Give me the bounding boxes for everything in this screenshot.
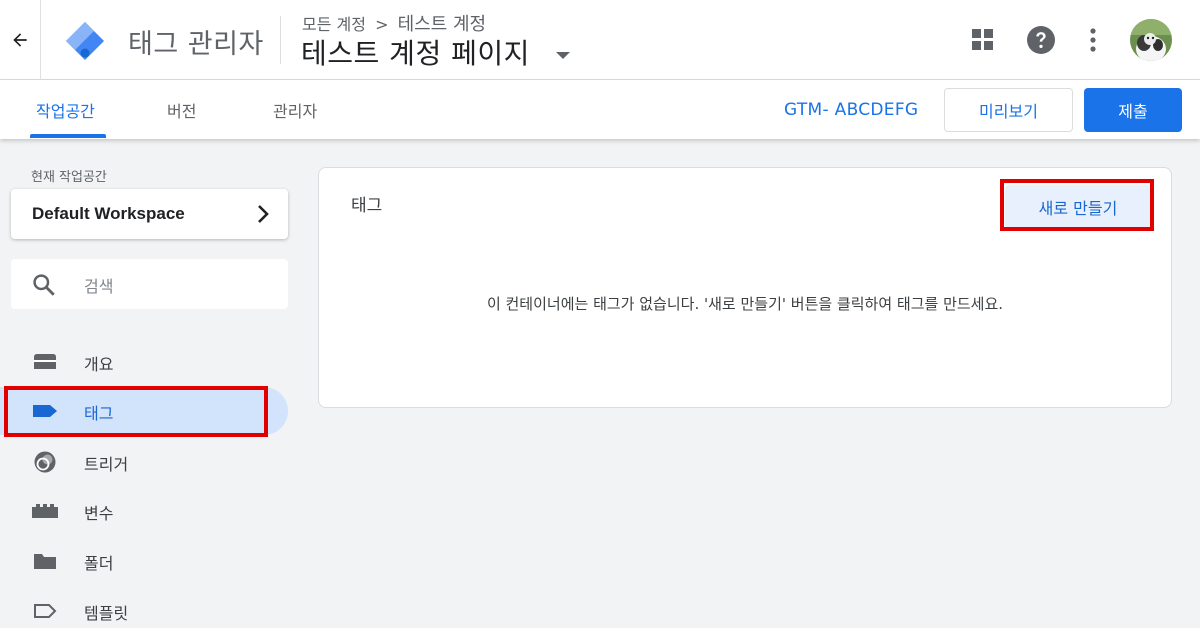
tab-admin[interactable]: 관리자 (273, 80, 317, 139)
tag-manager-logo[interactable] (64, 20, 106, 62)
variables-icon (32, 504, 58, 518)
sidebar-item-label: 템플릿 (84, 604, 129, 623)
folder-icon (34, 554, 56, 569)
new-tag-button[interactable]: 새로 만들기 (1005, 185, 1151, 229)
sidebar-item-label: 트리거 (84, 455, 129, 474)
sidebar-item-label: 개요 (84, 355, 114, 374)
search-placeholder: 검색 (84, 277, 114, 296)
sidebar-item-folders[interactable]: 폴더 (0, 537, 288, 585)
top-app-bar: 태그 관리자 모든 계정 > 테스트 계정 테스트 계정 페이지 (0, 0, 1200, 80)
apps-grid-icon[interactable] (972, 29, 994, 51)
sidebar-item-overview[interactable]: 개요 (0, 338, 288, 386)
tab-versions[interactable]: 버전 (167, 80, 196, 139)
current-workspace-label: 현재 작업공간 (31, 170, 107, 185)
preview-button[interactable]: 미리보기 (944, 88, 1073, 132)
help-circle-icon[interactable] (1027, 26, 1055, 54)
caret-down-icon (555, 51, 570, 59)
sidebar-item-label: 폴더 (84, 554, 114, 573)
avatar[interactable] (1130, 19, 1172, 61)
submit-button[interactable]: 제출 (1084, 88, 1182, 132)
back-button[interactable] (0, 0, 41, 80)
sidebar-item-triggers[interactable]: 트리거 (0, 438, 288, 486)
container-name: 테스트 계정 페이지 (301, 37, 530, 70)
app-title: 태그 관리자 (128, 29, 264, 60)
container-id[interactable]: GTM- ABCDEFG (784, 100, 918, 120)
sidebar-item-label: 변수 (84, 504, 114, 523)
workspace-name: Default Workspace (32, 204, 185, 223)
workspace-selector[interactable]: Default Workspace (11, 189, 288, 239)
sidebar-item-variables[interactable]: 변수 (0, 487, 288, 535)
chevron-right-icon (258, 205, 269, 223)
active-tab-indicator (30, 134, 106, 138)
container-selector[interactable]: 테스트 계정 페이지 (301, 32, 570, 72)
overview-icon (34, 354, 56, 369)
template-icon (34, 604, 57, 618)
workspace-nav-bar: 작업공간 버전 관리자 GTM- ABCDEFG 미리보기 제출 (0, 80, 1200, 139)
card-title: 태그 (351, 196, 383, 216)
sidebar-item-label: 태그 (84, 404, 114, 423)
tags-card: 태그 새로 만들기 이 컨테이너에는 태그가 없습니다. '새로 만들기' 버튼… (318, 167, 1172, 408)
tab-workspace[interactable]: 작업공간 (36, 80, 95, 139)
empty-state-message: 이 컨테이너에는 태그가 없습니다. '새로 만들기' 버튼을 클릭하여 태그를… (486, 295, 1004, 313)
trigger-icon (34, 451, 56, 473)
sidebar-item-templates[interactable]: 템플릿 (0, 587, 288, 628)
arrow-left-icon (13, 33, 27, 47)
search-icon (33, 274, 55, 296)
tag-icon (33, 405, 57, 417)
more-vert-icon[interactable] (1087, 27, 1099, 53)
header-divider (280, 16, 281, 64)
search-input[interactable]: 검색 (11, 259, 288, 309)
sidebar-item-tags[interactable]: 태그 (0, 387, 288, 435)
